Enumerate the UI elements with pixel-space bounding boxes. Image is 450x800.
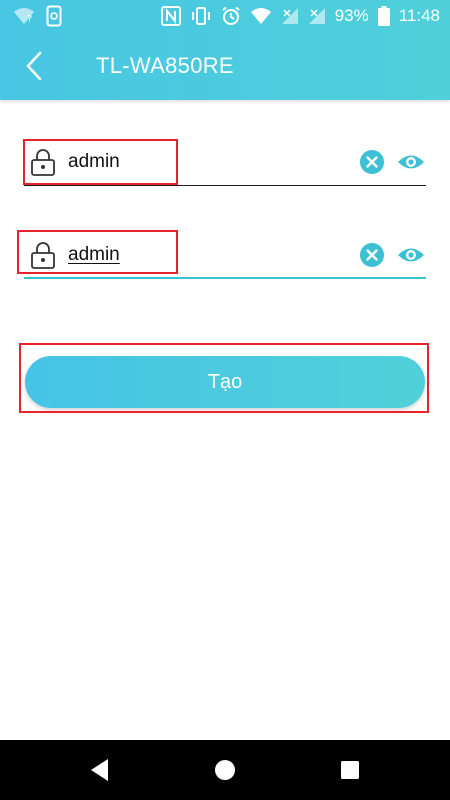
app-header: ? 93% 11:48 TL-WA850RE	[0, 0, 450, 100]
clear-x-icon	[366, 249, 378, 261]
toggle-password-visibility-button[interactable]	[396, 150, 426, 174]
clear-x-icon	[366, 156, 378, 168]
page-title: TL-WA850RE	[96, 53, 234, 78]
highlight-box-password	[23, 139, 178, 185]
eye-icon	[398, 155, 424, 169]
back-button[interactable]	[18, 46, 54, 86]
battery-percent: 93%	[334, 6, 369, 25]
home-circle-icon	[215, 760, 235, 780]
chevron-left-icon	[26, 51, 42, 81]
system-nav-bar	[0, 740, 450, 800]
svg-text:?: ?	[27, 14, 32, 25]
sim-card-icon	[46, 5, 62, 27]
back-triangle-icon	[91, 759, 108, 781]
signal-icon	[281, 8, 298, 24]
battery-icon	[377, 6, 390, 26]
signal-icon	[308, 8, 325, 24]
clear-password-button[interactable]	[360, 150, 384, 174]
clock: 11:48	[398, 6, 440, 25]
status-bar: ? 93% 11:48	[0, 0, 450, 32]
nav-recents-button[interactable]	[336, 756, 364, 784]
highlight-box-create	[19, 343, 429, 413]
highlight-box-confirm	[17, 230, 178, 274]
eye-icon	[398, 248, 424, 262]
recents-square-icon	[341, 761, 359, 779]
nav-back-button[interactable]	[86, 756, 114, 784]
vibrate-icon	[191, 7, 210, 25]
clear-confirm-password-button[interactable]	[360, 243, 384, 267]
wifi-question-icon: ?	[14, 8, 34, 25]
nfc-icon	[160, 6, 181, 26]
title-bar: TL-WA850RE	[0, 32, 450, 100]
alarm-icon	[222, 6, 240, 25]
wifi-icon	[250, 8, 271, 24]
confirm-password-underline	[24, 277, 426, 279]
toggle-confirm-password-visibility-button[interactable]	[396, 243, 426, 267]
nav-home-button[interactable]	[211, 756, 239, 784]
